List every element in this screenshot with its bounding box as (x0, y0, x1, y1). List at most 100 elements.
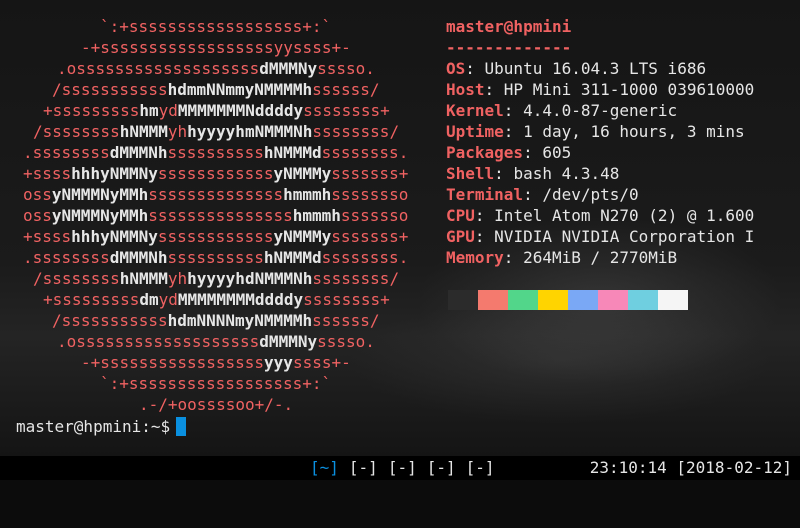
logo-line: +sssssssssdmydMMMMMMMMddddyssssssss+ (43, 289, 390, 310)
logo-segment: -+sssssssssssssssss (81, 353, 265, 372)
info-key: CPU (446, 206, 475, 225)
info-colon: : (465, 59, 485, 78)
logo-segment: yNMMMNyMMh (51, 185, 149, 204)
logo-segment: ssssss/ (312, 311, 380, 330)
window-tab[interactable]: [-] (427, 458, 456, 477)
logo-segment: ssssssss+ (303, 101, 390, 120)
shell-prompt[interactable]: master@hpmini:~$ (16, 416, 187, 437)
window-tabs: [~] [-] [-] [-] [-] (310, 456, 505, 480)
logo-segment: sssso. (317, 59, 375, 78)
logo-segment: hmmmh (292, 206, 341, 225)
info-row-gpu: GPU: NVIDIA NVIDIA Corporation I (446, 226, 754, 247)
window-tab[interactable]: [-] (349, 458, 378, 477)
info-value: 605 (542, 143, 572, 162)
logo-segment: ssssssssssssss (148, 185, 284, 204)
info-value: 4.4.0-87-generic (523, 101, 678, 120)
info-key: Uptime (446, 122, 504, 141)
logo-segment: sssssssssssssss (148, 206, 293, 225)
info-row-cpu: CPU: Intel Atom N270 (2) @ 1.600 (446, 205, 754, 226)
info-row-packages: Packages: 605 (446, 142, 571, 163)
logo-segment: MMMMMMMMddddy (177, 290, 304, 309)
logo-line: .osssssssssssssssssssdMMMNysssso. (57, 331, 375, 352)
info-key: Host (446, 80, 485, 99)
logo-segment: dMMMNh (109, 143, 168, 162)
logo-segment: ssssssss. (321, 248, 409, 267)
logo-segment: dMMMNh (109, 248, 168, 267)
logo-segment: ssssssssss (167, 143, 264, 162)
logo-segment: oss (23, 185, 52, 204)
info-colon: : (503, 248, 524, 267)
info-value: /dev/pts/0 (542, 185, 639, 204)
logo-line: /sssssssshNMMMyhhyyyyhdNMMMNhssssssss/ (33, 268, 399, 289)
info-value: Intel Atom N270 (2) @ 1.600 (494, 206, 755, 225)
logo-segment: +sssssssss (43, 101, 140, 120)
info-row-os: OS: Ubuntu 16.04.3 LTS i686 (446, 58, 706, 79)
info-colon: : (503, 122, 524, 141)
logo-segment: yNMMMNyMMh (51, 206, 149, 225)
logo-segment: oss (23, 206, 52, 225)
logo-segment: sssssss+ (331, 164, 409, 183)
clock-label: 23:10:14 [2018-02-12] (589, 458, 792, 477)
logo-segment: ssssssss. (321, 143, 409, 162)
logo-line: `:+ssssssssssssssssss+:` (100, 16, 331, 37)
info-row-shell: Shell: bash 4.3.48 (446, 163, 619, 184)
info-colon: : (474, 206, 495, 225)
logo-segment: hNMMMd (263, 248, 322, 267)
logo-segment: ssss+- (292, 353, 351, 372)
logo-segment: ssssss/ (312, 80, 380, 99)
logo-segment: hNMMMd (263, 143, 322, 162)
info-colon: : (474, 227, 495, 246)
logo-segment: hhhyNMMNy (71, 164, 158, 183)
info-key: Packages (446, 143, 524, 162)
logo-segment: ssssssss/ (312, 122, 400, 141)
logo-segment: sssssss+ (331, 227, 409, 246)
info-value: 264MiB / 2770MiB (523, 248, 678, 267)
logo-segment: /sssssssssss (52, 80, 168, 99)
info-key: Kernel (446, 101, 504, 120)
info-key: Memory (446, 248, 504, 267)
info-row-terminal: Terminal: /dev/pts/0 (446, 184, 639, 205)
logo-segment: yNMMMy (273, 164, 332, 183)
logo-segment: hNMMM (119, 269, 168, 288)
info-colon: : (523, 185, 543, 204)
info-colon: : (523, 143, 543, 162)
color-swatch (598, 290, 628, 310)
logo-segment: hdmNNNNmyNMMMMh (167, 311, 313, 330)
logo-segment: ssssssssssss (157, 227, 274, 246)
logo-segment: +ssss (23, 227, 72, 246)
color-swatch (508, 290, 538, 310)
info-colon: : (503, 101, 524, 120)
info-value: bash 4.3.48 (513, 164, 620, 183)
logo-segment: hdmmNNmmyNMMMMh (167, 80, 313, 99)
info-row-uptime: Uptime: 1 day, 16 hours, 3 mins (446, 121, 745, 142)
info-row-kernel: Kernel: 4.4.0-87-generic (446, 100, 677, 121)
logo-segment: hyyyyhdNMMMNh (187, 269, 313, 288)
info-row-host: Host: HP Mini 311-1000 039610000 (446, 79, 754, 100)
logo-segment: +ssss (23, 164, 72, 183)
logo-segment: .osssssssssssssssssss (57, 332, 260, 351)
logo-segment: yh (167, 269, 188, 288)
color-swatch (628, 290, 658, 310)
logo-segment: dMMMNy (259, 59, 318, 78)
logo-segment: ssssssss+ (303, 290, 390, 309)
info-key: GPU (446, 227, 475, 246)
logo-segment: /sssssssssss (52, 311, 168, 330)
info-key: Terminal (446, 185, 524, 204)
color-swatch (568, 290, 598, 310)
logo-segment: .ssssssss (23, 143, 110, 162)
logo-segment: .ssssssss (23, 248, 110, 267)
logo-segment: `:+ssssssssssssssssss+:` (100, 374, 332, 393)
window-tab[interactable]: [-] (388, 458, 417, 477)
logo-segment: /ssssssss (33, 122, 120, 141)
logo-line: -+ssssssssssssssssssyyssss+- (81, 37, 351, 58)
info-colon: : (484, 80, 504, 99)
logo-line: +sssshhhyNMMNyssssssssssssyNMMMysssssss+ (23, 163, 408, 184)
logo-segment: ssssssssss (167, 248, 264, 267)
info-row-memory: Memory: 264MiB / 2770MiB (446, 247, 677, 268)
window-tab[interactable]: [-] (466, 458, 495, 477)
window-tab[interactable]: [~] (310, 458, 339, 477)
logo-segment: hNMMM (119, 122, 168, 141)
logo-segment: .-/+oossssoo+/-. (139, 395, 294, 414)
terminal-window[interactable]: `:+ssssssssssssssssss+:` -+ssssssssssssss… (0, 0, 800, 456)
logo-segment: ssssssssssss (157, 164, 274, 183)
